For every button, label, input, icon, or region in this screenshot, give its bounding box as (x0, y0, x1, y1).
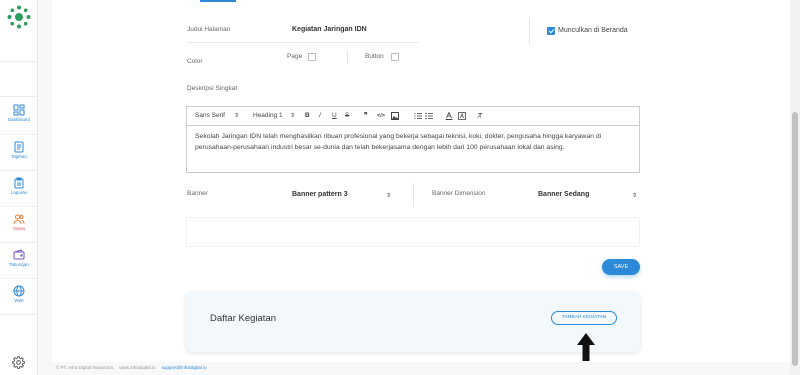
active-tab-indicator (200, 0, 236, 2)
judul-label: Judul Halaman (187, 26, 231, 33)
sidebar-item-label: Siswa (12, 226, 25, 231)
divider (529, 18, 530, 44)
sidebar-divider (0, 96, 38, 97)
divider (347, 50, 348, 64)
banner-preview (186, 217, 640, 247)
color-label: Color (187, 58, 203, 65)
editor-toolbar: Sans Serif ⇕ Heading 1 ⇕ B I U S ❞ </> T… (187, 107, 639, 126)
rich-text-editor: Sans Serif ⇕ Heading 1 ⇕ B I U S ❞ </> T… (186, 106, 640, 173)
divider (413, 183, 414, 207)
banner-select[interactable]: Banner pattern 3 (292, 191, 348, 198)
font-select[interactable]: Sans Serif (195, 112, 225, 120)
sidebar-item-label: Dashboard (7, 117, 30, 122)
deskripsi-label: Deskripsi Singkat (187, 85, 238, 92)
judul-underline (187, 42, 419, 43)
bold-button[interactable]: B (305, 112, 310, 120)
button-color-label: Button (365, 53, 384, 60)
sidebar-item-label: Laporan (10, 190, 28, 195)
sidebar-divider (0, 314, 38, 315)
save-button[interactable]: SAVE (602, 259, 640, 275)
dashboard-icon (13, 104, 25, 116)
editor-content[interactable]: Sekolah Jaringan IDN telah menghasilkan … (195, 132, 635, 153)
text-color-icon[interactable] (445, 112, 453, 120)
beranda-checkbox[interactable] (547, 27, 555, 35)
italic-button[interactable]: I (319, 112, 321, 120)
ordered-list-icon[interactable] (414, 112, 422, 120)
clipboard-icon (14, 177, 24, 189)
sidebar-item-dashboard[interactable]: Dashboard (0, 102, 38, 138)
users-icon (13, 214, 25, 225)
gear-icon[interactable] (12, 356, 25, 369)
judul-input[interactable]: Kegiatan Jaringan IDN (292, 26, 367, 33)
document-icon (14, 141, 24, 153)
heading-select[interactable]: Heading 1 (253, 112, 283, 120)
arrow-up-icon (577, 333, 595, 361)
clear-format-icon[interactable]: T̸ (478, 111, 482, 121)
beranda-label: Munculkan di Beranda (558, 27, 628, 34)
scrollbar-thumb[interactable] (792, 112, 798, 366)
background-color-icon[interactable] (458, 112, 466, 120)
sidebar-item-label: Tabungan (9, 262, 29, 267)
heading-select-arrow-icon: ⇕ (290, 112, 296, 119)
sidebar-divider (0, 242, 38, 243)
dimension-select[interactable]: Banner Sedang (538, 191, 589, 198)
dimension-select-arrow-icon: ⇕ (632, 192, 638, 199)
font-select-arrow-icon: ⇕ (234, 112, 240, 119)
sidebar-divider (0, 206, 38, 207)
sidebar-divider (0, 134, 38, 135)
sidebar-item-label: Web (14, 298, 24, 303)
globe-icon (13, 285, 25, 297)
footer-website[interactable]: www.infradigital.io (119, 365, 155, 370)
strike-button[interactable]: S (345, 112, 349, 120)
dimension-label: Banner Dimension (432, 190, 486, 197)
blockquote-button[interactable]: ❞ (364, 112, 368, 120)
sidebar-divider (0, 170, 38, 171)
bullet-list-icon[interactable] (425, 112, 433, 120)
tambah-kegiatan-button[interactable]: TAMBAH KEGIATAN (551, 311, 617, 325)
footer-company: © PT. Infra Digital Nusantara (56, 365, 114, 370)
page-color-label: Page (287, 53, 303, 60)
sidebar-item-label: Tagihan (11, 154, 27, 159)
footer: © PT. Infra Digital Nusantara www.infrad… (56, 365, 206, 370)
image-icon[interactable] (391, 112, 399, 120)
footer-email[interactable]: support@infradigital.io (162, 365, 207, 370)
daftar-title: Daftar Kegiatan (210, 313, 277, 324)
code-block-button[interactable]: </> (377, 112, 385, 120)
wallet-icon (13, 249, 25, 260)
daftar-kegiatan-panel: Daftar Kegiatan TAMBAH KEGIATAN (186, 292, 640, 352)
banner-select-arrow-icon: ⇕ (386, 192, 392, 199)
button-color-checkbox[interactable] (391, 53, 399, 61)
sidebar: Dashboard Tagihan Laporan Siswa Tabungan… (0, 0, 38, 375)
sidebar-divider (0, 61, 38, 62)
page-color-checkbox[interactable] (308, 53, 316, 61)
sidebar-divider (0, 278, 38, 279)
logo-icon (7, 5, 31, 29)
banner-label: Banner (187, 190, 208, 197)
scrollbar[interactable] (790, 0, 800, 375)
underline-button[interactable]: U (332, 112, 337, 120)
